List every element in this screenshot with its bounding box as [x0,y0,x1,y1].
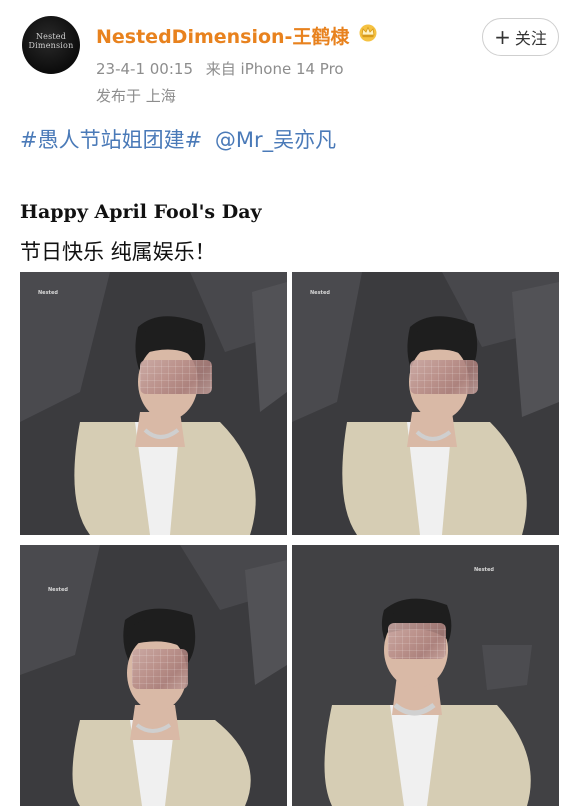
follow-button[interactable]: + 关注 [482,18,559,56]
photo-brand-mark: Nested [38,290,58,296]
photo-1[interactable]: Nested [20,272,287,535]
username[interactable]: NestedDimension-王鹤棣 [96,22,349,49]
avatar-logo-text: Nested Dimension [28,32,74,50]
post-subtitle: 节日快乐 纯属娱乐！ [20,240,216,264]
post-timestamp: 23-4-1 00:15 [96,60,193,78]
mention-link[interactable]: @Mr_吴亦凡 [215,128,336,152]
post-location: 发布于 上海 [96,87,176,105]
photo-brand-mark: Nested [48,587,68,593]
mosaic-blur [132,649,188,689]
post-title: Happy April Fool's Day [20,201,262,223]
person-photo [292,545,559,806]
post-meta: 23-4-1 00:15 来自 iPhone 14 Pro [96,58,352,79]
mosaic-blur [388,623,446,659]
plus-icon: + [494,25,511,49]
photo-2[interactable]: Nested [292,272,559,535]
avatar[interactable]: Nested Dimension [22,16,80,74]
photo-3[interactable]: Nested [20,545,287,806]
photo-brand-mark: Nested [474,567,494,573]
hashtag-link[interactable]: #愚人节站姐团建# [20,128,202,152]
person-photo [292,272,559,535]
post-source: 来自 iPhone 14 Pro [205,60,344,78]
hashtag-line: #愚人节站姐团建# @Mr_吴亦凡 [20,124,342,154]
mosaic-blur [140,360,212,394]
mosaic-blur [410,360,478,394]
crown-icon [359,24,377,42]
photo-4[interactable]: Nested [292,545,559,806]
follow-button-label: 关注 [514,29,547,48]
post-header: Nested Dimension NestedDimension-王鹤棣 23-… [0,0,567,120]
photo-brand-mark: Nested [310,290,330,296]
person-photo [20,272,287,535]
